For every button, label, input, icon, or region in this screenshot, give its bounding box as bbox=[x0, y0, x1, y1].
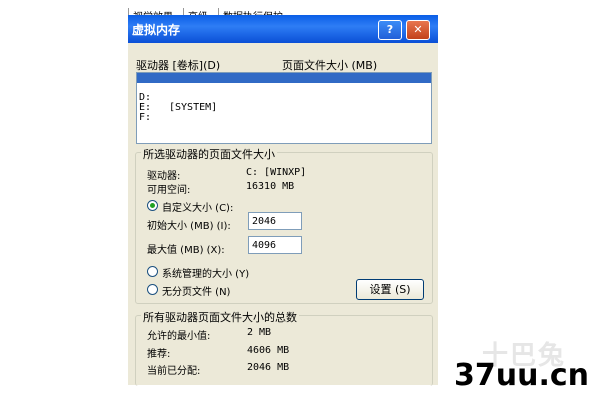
drive-row[interactable]: D: [SYSTEM] bbox=[137, 83, 431, 113]
initial-size-input[interactable]: 2046 bbox=[248, 212, 302, 230]
drive-label-text: 驱动器: bbox=[147, 171, 181, 182]
help-button[interactable]: ? bbox=[378, 20, 402, 40]
custom-size-label[interactable]: 自定义大小 (C): bbox=[162, 199, 233, 214]
drive-value: C: [WINXP] bbox=[246, 167, 307, 178]
brand-logo: 37uu.cn bbox=[454, 358, 589, 393]
dialog-title: 虚拟内存 bbox=[132, 23, 181, 37]
max-size-label: 最大值 (MB) (X): bbox=[147, 245, 225, 256]
recommended-label: 推荐: bbox=[147, 349, 171, 360]
drive-column-header: 驱动器 [卷标](D) bbox=[136, 59, 221, 72]
drive-letter: F: bbox=[139, 112, 152, 123]
min-allowed-label: 允许的最小值: bbox=[147, 331, 211, 342]
custom-size-radio[interactable] bbox=[147, 200, 158, 211]
drive-row[interactable]: F: bbox=[137, 103, 431, 123]
drive-row[interactable]: C: [WINXP] 2046 - 4096 bbox=[137, 73, 431, 113]
initial-size-label: 初始大小 (MB) (I): bbox=[147, 221, 231, 232]
page-file-size-column-header: 页面文件大小 (MB) bbox=[282, 59, 378, 72]
system-managed-radio[interactable] bbox=[147, 266, 158, 277]
drive-row[interactable]: E: bbox=[137, 93, 431, 113]
selected-drive-group-title: 所选驱动器的页面文件大小 bbox=[141, 146, 277, 162]
allocated-label: 当前已分配: bbox=[147, 366, 201, 377]
free-space-value: 16310 MB bbox=[246, 181, 295, 192]
no-paging-file-radio[interactable] bbox=[147, 284, 158, 295]
system-managed-label[interactable]: 系统管理的大小 (Y) bbox=[162, 265, 249, 280]
min-allowed-value: 2 MB bbox=[247, 327, 272, 338]
drive-listbox[interactable]: C: [WINXP] 2046 - 4096 D: [SYSTEM] E: F: bbox=[136, 72, 432, 144]
title-bar[interactable]: 虚拟内存 ? ✕ bbox=[128, 15, 438, 43]
set-button[interactable]: 设置 (S) bbox=[356, 279, 424, 300]
allocated-value: 2046 MB bbox=[247, 362, 290, 373]
close-button[interactable]: ✕ bbox=[406, 20, 430, 40]
total-size-group-title: 所有驱动器页面文件大小的总数 bbox=[141, 309, 299, 325]
recommended-value: 4606 MB bbox=[247, 345, 290, 356]
free-space-label: 可用空间: bbox=[147, 185, 191, 196]
no-paging-file-label[interactable]: 无分页文件 (N) bbox=[162, 283, 230, 298]
max-size-input[interactable]: 4096 bbox=[248, 236, 302, 254]
